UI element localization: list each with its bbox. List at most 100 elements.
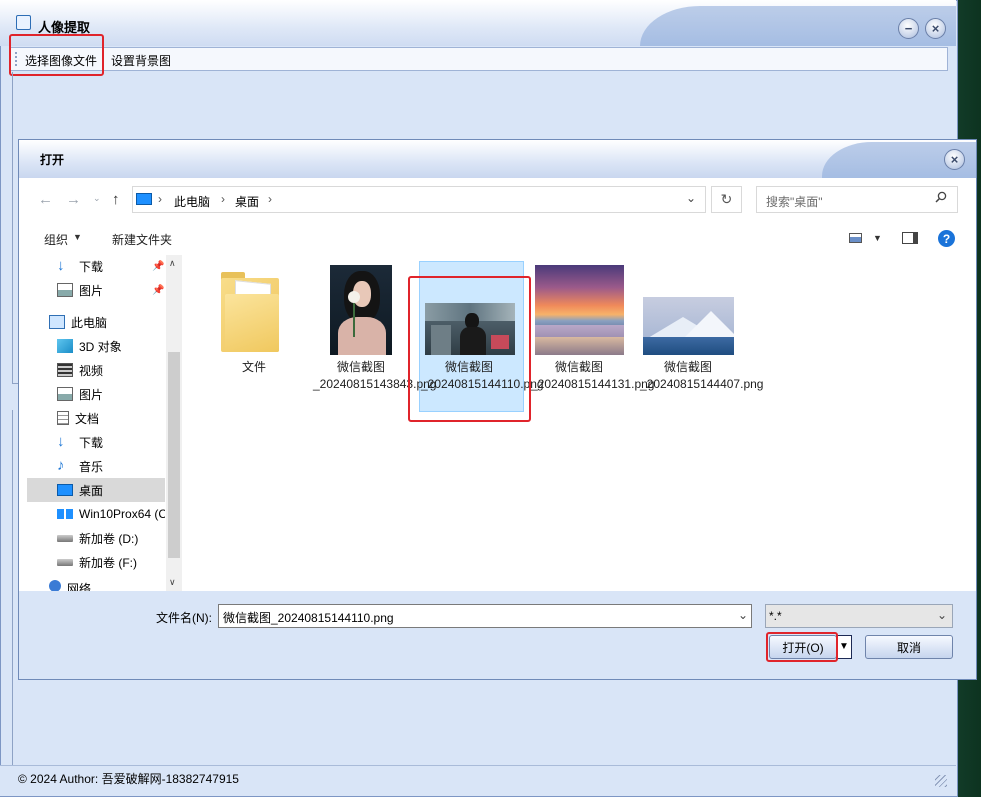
close-icon: × xyxy=(950,152,959,167)
download-icon: ↓ xyxy=(57,433,65,450)
dialog-close-button[interactable]: × xyxy=(944,149,965,170)
view-options-icon[interactable] xyxy=(849,233,862,243)
nav-item-documents[interactable]: 文档 xyxy=(27,406,165,430)
breadcrumb-this-pc[interactable]: 此电脑 xyxy=(174,193,210,210)
minimize-button[interactable]: − xyxy=(898,18,919,39)
nav-item-downloads-pinned[interactable]: ↓ 下载 xyxy=(27,254,165,278)
close-button[interactable]: × xyxy=(925,18,946,39)
file-label-image-3[interactable]: 微信截图 _20240815144131.png xyxy=(531,359,654,393)
menu-set-background[interactable]: 设置背景图 xyxy=(111,52,171,69)
refresh-button[interactable]: ↻ xyxy=(711,186,742,213)
dropdown-triangle-icon: ▼ xyxy=(839,641,849,652)
filename-label: 文件名(N): xyxy=(156,611,212,625)
highlight-box-selected-file xyxy=(408,276,531,422)
app-icon xyxy=(16,15,31,30)
back-arrow-icon[interactable]: ← xyxy=(38,191,53,208)
nav-item-videos[interactable]: 视频 xyxy=(27,358,165,382)
nav-item-3d-objects[interactable]: 3D 对象 xyxy=(27,334,165,358)
nav-item-label: 新加卷 (D:) xyxy=(79,531,139,546)
nav-item-label: 下载 xyxy=(79,259,104,274)
3d-objects-icon xyxy=(57,339,73,353)
filetype-value: *.* xyxy=(769,609,782,623)
image-thumbnail-portrait[interactable] xyxy=(330,265,392,355)
computer-icon xyxy=(49,315,65,329)
breadcrumb-desktop[interactable]: 桌面 xyxy=(235,193,259,210)
nav-item-label: Win10Prox64 (C xyxy=(79,507,165,521)
organize-button[interactable]: 组织 xyxy=(44,231,68,248)
nav-item-music[interactable]: ♪ 音乐 xyxy=(27,454,165,478)
image-thumbnail-mountain[interactable] xyxy=(643,297,734,355)
breadcrumb-separator-icon: › xyxy=(221,192,225,206)
highlight-box-menu xyxy=(9,34,104,76)
nav-item-label: 文档 xyxy=(75,411,100,426)
nav-item-desktop[interactable]: 桌面 xyxy=(27,478,165,502)
refresh-icon: ↻ xyxy=(720,191,733,207)
help-icon[interactable]: ? xyxy=(938,230,955,247)
scroll-up-icon[interactable]: ∧ xyxy=(169,258,176,269)
dialog-bottom-border xyxy=(18,679,977,680)
breadcrumb-separator-icon: › xyxy=(158,192,162,206)
breadcrumb-separator-icon: › xyxy=(268,192,272,206)
file-label-image-1[interactable]: 微信截图 _20240815143843.png xyxy=(313,359,436,393)
filename-dropdown-icon[interactable]: ⌄ xyxy=(738,608,748,622)
nav-item-downloads[interactable]: ↓ 下载 xyxy=(27,430,165,454)
download-icon: ↓ xyxy=(57,257,65,274)
network-icon xyxy=(49,580,61,591)
filetype-select[interactable] xyxy=(765,604,953,628)
dialog-title: 打开 xyxy=(40,153,65,167)
close-icon: × xyxy=(931,21,940,36)
file-label-image-4[interactable]: 微信截图 _20240815144407.png xyxy=(640,359,763,393)
cancel-button-label: 取消 xyxy=(896,640,921,655)
search-placeholder: 搜索"桌面" xyxy=(766,195,823,209)
status-text: © 2024 Author: 吾爱破解网-18382747915 xyxy=(18,772,239,786)
documents-icon xyxy=(57,411,69,425)
nav-item-drive-f[interactable]: 新加卷 (F:) xyxy=(27,550,165,574)
resize-grip[interactable] xyxy=(935,775,947,787)
pin-icon[interactable]: 📌 xyxy=(152,285,164,296)
search-icon xyxy=(935,191,947,203)
nav-item-pictures[interactable]: 图片 xyxy=(27,382,165,406)
view-dropdown-icon[interactable]: ▼ xyxy=(873,233,882,243)
desktop-icon xyxy=(57,484,73,496)
address-dropdown-icon[interactable]: ⌄ xyxy=(686,191,696,205)
nav-item-label: 下载 xyxy=(79,435,104,450)
video-icon xyxy=(57,363,73,377)
windows-drive-icon xyxy=(57,509,73,519)
image-thumbnail-sunset[interactable] xyxy=(535,265,624,355)
nav-item-label: 网络 xyxy=(67,582,92,591)
nav-item-label: 新加卷 (F:) xyxy=(79,555,137,570)
nav-item-drive-c[interactable]: Win10Prox64 (C xyxy=(27,502,165,526)
folder-icon[interactable] xyxy=(221,272,279,352)
open-dropdown-button[interactable]: ▼ xyxy=(836,635,852,659)
scroll-down-icon[interactable]: ∨ xyxy=(169,577,176,588)
nav-item-drive-d[interactable]: 新加卷 (D:) xyxy=(27,526,165,550)
forward-arrow-icon[interactable]: → xyxy=(66,191,81,208)
filetype-dropdown-icon[interactable]: ⌄ xyxy=(937,608,947,622)
drive-icon xyxy=(57,558,73,566)
nav-item-label: 图片 xyxy=(79,283,104,298)
nav-item-label: 3D 对象 xyxy=(79,339,122,354)
music-icon: ♪ xyxy=(57,457,65,474)
drive-icon xyxy=(57,534,73,542)
nav-item-pictures-pinned[interactable]: 图片 xyxy=(27,278,165,302)
new-folder-button[interactable]: 新建文件夹 xyxy=(112,231,172,248)
recent-locations-chevron-icon[interactable]: ⌄ xyxy=(93,193,101,204)
nav-item-label: 图片 xyxy=(79,387,104,402)
nav-item-label: 此电脑 xyxy=(71,315,108,330)
highlight-box-open-button xyxy=(766,632,838,662)
file-label-folder[interactable]: 文件 xyxy=(206,359,302,376)
minimize-icon: − xyxy=(904,21,913,36)
desktop-location-icon xyxy=(136,193,152,205)
organize-dropdown-icon[interactable]: ▼ xyxy=(73,232,82,242)
nav-item-network[interactable]: 网络 xyxy=(27,580,165,591)
preview-pane-icon[interactable] xyxy=(902,232,918,244)
up-arrow-icon[interactable]: ↑ xyxy=(112,191,120,208)
address-bar[interactable] xyxy=(132,186,706,213)
pictures-icon xyxy=(57,283,73,297)
nav-item-this-pc[interactable]: 此电脑 xyxy=(27,310,165,334)
pin-icon[interactable]: 📌 xyxy=(152,261,164,272)
nav-scroll-thumb[interactable] xyxy=(168,352,180,558)
cancel-button[interactable]: 取消 xyxy=(865,635,953,659)
nav-item-label: 桌面 xyxy=(79,483,104,498)
pictures-icon xyxy=(57,387,73,401)
